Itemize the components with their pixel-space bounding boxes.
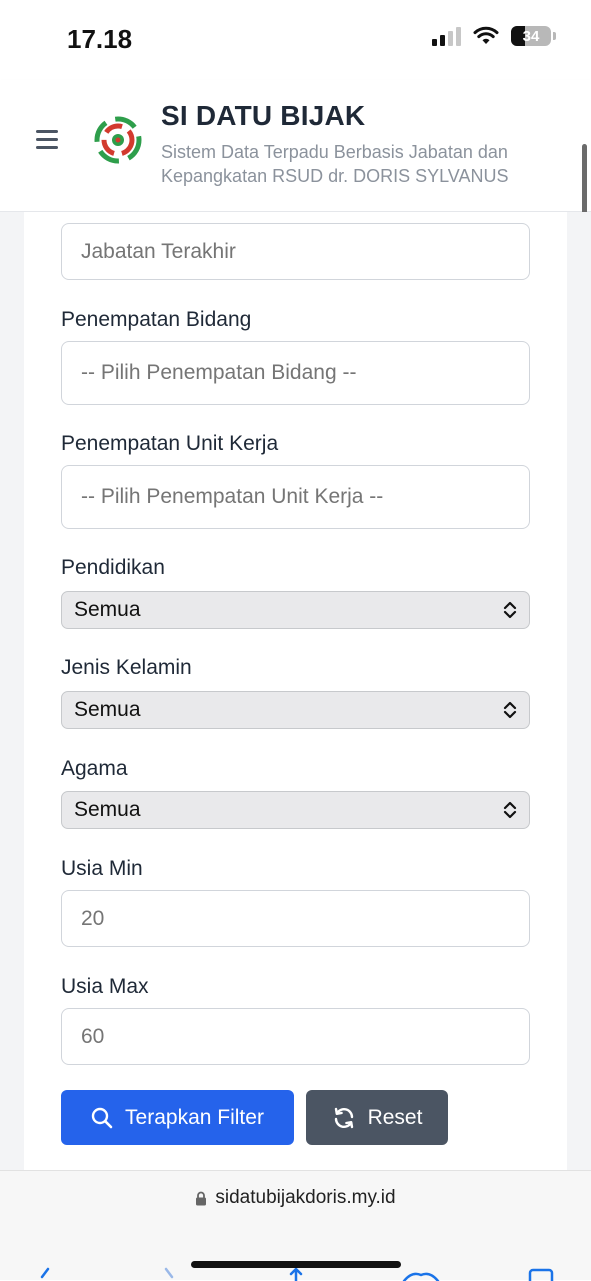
reset-label: Reset: [367, 1105, 423, 1129]
app-subtitle: Sistem Data Terpadu Berbasis Jabatan dan…: [161, 142, 509, 186]
wifi-icon: [473, 26, 499, 44]
jenis-kelamin-label: Jenis Kelamin: [61, 656, 192, 679]
apply-filter-label: Terapkan Filter: [125, 1105, 264, 1129]
search-icon: [91, 1107, 113, 1128]
penempatan-bidang-select[interactable]: [61, 341, 530, 405]
pendidikan-label: Pendidikan: [61, 556, 165, 579]
usia-min-input[interactable]: [61, 890, 530, 947]
usia-min-label: Usia Min: [61, 857, 143, 880]
agama-value: Semua: [74, 798, 141, 821]
status-icons: 34: [432, 26, 556, 46]
jabatan-terakhir-input[interactable]: [61, 223, 530, 280]
refresh-icon: [334, 1107, 353, 1128]
pendidikan-value: Semua: [74, 598, 141, 621]
jenis-kelamin-select[interactable]: Semua: [61, 691, 530, 729]
battery-level: 34: [522, 27, 540, 45]
lock-icon: [196, 1191, 207, 1205]
app-title: SI DATU BIJAK: [161, 100, 366, 131]
home-indicator[interactable]: [191, 1261, 401, 1268]
apply-filter-button[interactable]: Terapkan Filter: [61, 1090, 294, 1145]
pendidikan-select[interactable]: Semua: [61, 591, 530, 629]
status-time: 17.18: [67, 24, 133, 54]
usia-max-label: Usia Max: [61, 975, 149, 998]
cellular-signal-icon: [432, 26, 461, 46]
hamburger-menu-icon[interactable]: [36, 130, 58, 150]
jenis-kelamin-value: Semua: [74, 698, 141, 721]
back-icon[interactable]: [36, 1267, 56, 1281]
app-header: SI DATU BIJAK Sistem Data Terpadu Berbas…: [0, 80, 591, 212]
battery-icon: 34: [511, 26, 556, 46]
chevron-updown-icon: [503, 601, 517, 619]
chevron-updown-icon: [503, 701, 517, 719]
penempatan-unit-kerja-label: Penempatan Unit Kerja: [61, 432, 279, 455]
chevron-updown-icon: [503, 801, 517, 819]
agama-label: Agama: [61, 757, 128, 780]
address-bar[interactable]: sidatubijakdoris.my.id: [0, 1187, 591, 1209]
bookmarks-icon[interactable]: [402, 1267, 440, 1281]
url-text: sidatubijakdoris.my.id: [215, 1187, 396, 1208]
rsud-logo: [94, 116, 142, 164]
tabs-icon[interactable]: [528, 1267, 554, 1281]
reset-button[interactable]: Reset: [306, 1090, 448, 1145]
browser-bar: sidatubijakdoris.my.id: [0, 1170, 591, 1281]
usia-max-input[interactable]: [61, 1008, 530, 1065]
penempatan-unit-kerja-select[interactable]: [61, 465, 530, 529]
status-bar: 17.18 34: [0, 0, 591, 80]
share-icon[interactable]: [286, 1267, 306, 1281]
forward-icon[interactable]: [160, 1267, 180, 1281]
agama-select[interactable]: Semua: [61, 791, 530, 829]
penempatan-bidang-label: Penempatan Bidang: [61, 308, 252, 331]
